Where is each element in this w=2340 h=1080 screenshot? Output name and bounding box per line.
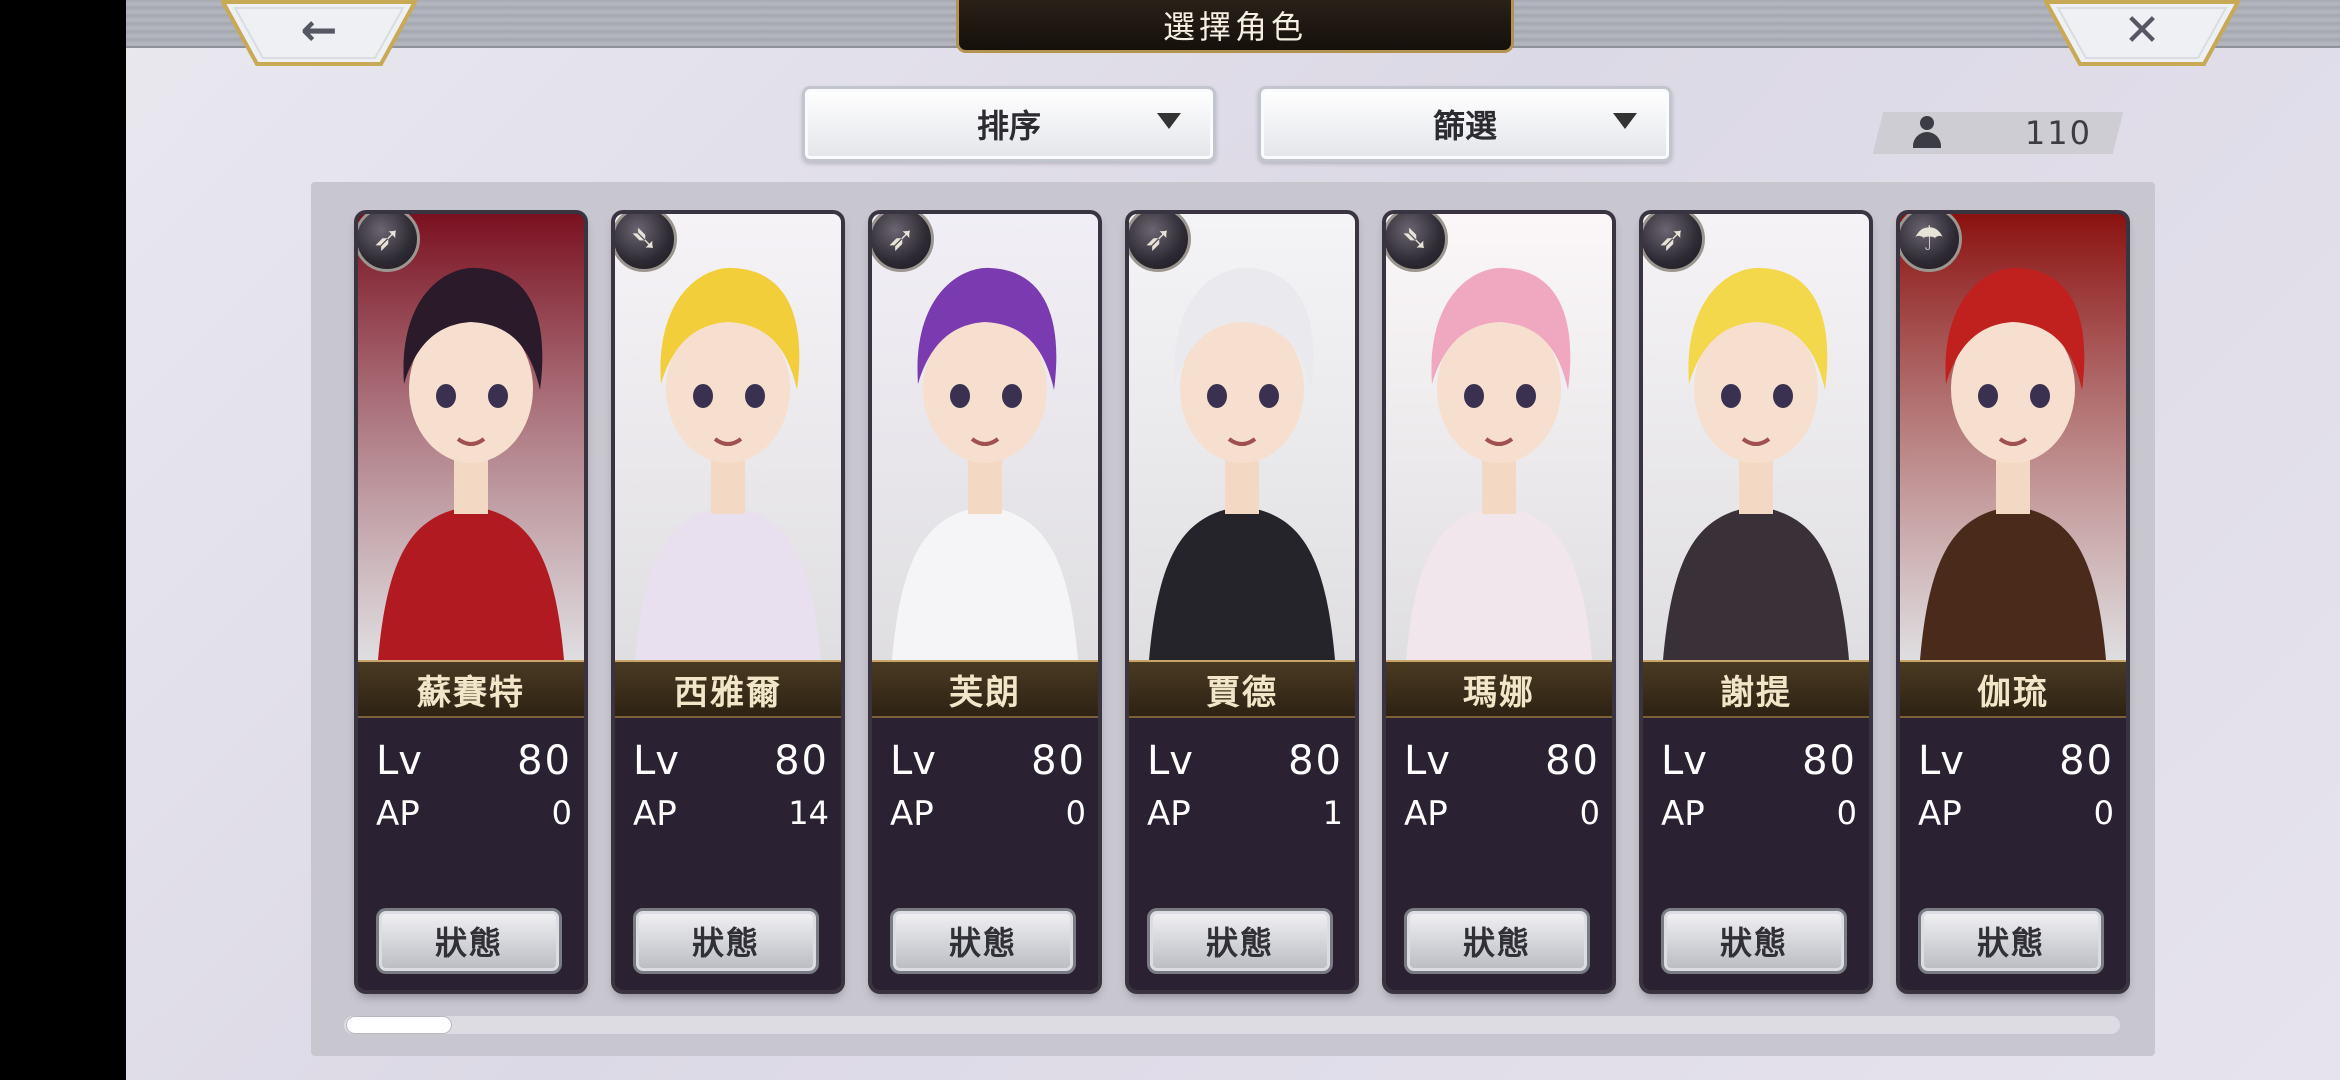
status-button[interactable]: 狀態 <box>1147 908 1333 974</box>
level-row: Lv 80 <box>1147 738 1343 784</box>
character-portrait[interactable] <box>1900 214 2126 660</box>
level-value: 80 <box>1545 738 1600 784</box>
level-value: 80 <box>517 738 572 784</box>
page-title: 選擇角色 <box>956 0 1514 53</box>
ap-value: 0 <box>1065 794 1086 832</box>
ap-row: AP 0 <box>890 794 1086 834</box>
character-card[interactable]: ➴ 瑪娜 Lv 80 AP 0 狀態 <box>1386 214 1612 990</box>
character-portrait[interactable] <box>1643 214 1869 660</box>
level-row: Lv 80 <box>376 738 572 784</box>
back-button[interactable]: ← <box>221 0 417 66</box>
sort-label: 排序 <box>976 107 1041 145</box>
character-stats: Lv 80 AP 14 狀態 <box>615 716 841 990</box>
horizontal-scrollbar[interactable] <box>344 1016 2120 1034</box>
character-name: 西雅爾 <box>615 660 841 718</box>
person-icon <box>1912 116 1942 150</box>
level-row: Lv 80 <box>1918 738 2114 784</box>
ap-label: AP <box>633 794 677 834</box>
character-name: 芙朗 <box>872 660 1098 718</box>
ap-label: AP <box>1661 794 1705 834</box>
character-card[interactable]: ➴ 西雅爾 Lv 80 AP 14 狀態 <box>615 214 841 990</box>
character-portrait[interactable] <box>872 214 1098 660</box>
character-name: 伽琉 <box>1900 660 2126 718</box>
level-row: Lv 80 <box>1404 738 1600 784</box>
character-stats: Lv 80 AP 0 狀態 <box>1900 716 2126 990</box>
character-portrait[interactable] <box>358 214 584 660</box>
ap-row: AP 0 <box>1404 794 1600 834</box>
ap-row: AP 14 <box>633 794 829 834</box>
status-button[interactable]: 狀態 <box>376 908 562 974</box>
scrollbar-thumb[interactable] <box>346 1016 452 1034</box>
level-label: Lv <box>633 738 679 784</box>
chevron-down-icon <box>1613 113 1637 129</box>
character-name: 瑪娜 <box>1386 660 1612 718</box>
ap-label: AP <box>890 794 934 834</box>
ap-row: AP 0 <box>1918 794 2114 834</box>
status-button[interactable]: 狀態 <box>890 908 1076 974</box>
status-button[interactable]: 狀態 <box>1918 908 2104 974</box>
character-name: 謝提 <box>1643 660 1869 718</box>
level-label: Lv <box>1918 738 1964 784</box>
level-value: 80 <box>2059 738 2114 784</box>
level-value: 80 <box>1031 738 1086 784</box>
chevron-down-icon <box>1157 113 1181 129</box>
ap-value: 0 <box>1579 794 1600 832</box>
character-stats: Lv 80 AP 1 狀態 <box>1129 716 1355 990</box>
character-card[interactable]: ➶ 謝提 Lv 80 AP 0 狀態 <box>1643 214 1869 990</box>
close-button[interactable]: ✕ <box>2044 0 2240 66</box>
status-button[interactable]: 狀態 <box>1404 908 1590 974</box>
ap-row: AP 0 <box>376 794 572 834</box>
character-count: 110 <box>2024 114 2092 152</box>
character-count-badge: 110 <box>1872 112 2124 154</box>
game-screen: ← 選擇角色 ✕ 排序 篩選 110 ➶ 蘇賽特 Lv 80 AP 0 狀態 ➴ 西雅爾 Lv 80… <box>126 0 2340 1080</box>
ap-label: AP <box>376 794 420 834</box>
level-value: 80 <box>774 738 829 784</box>
character-card[interactable]: ➶ 賈德 Lv 80 AP 1 狀態 <box>1129 214 1355 990</box>
character-card[interactable]: ➶ 蘇賽特 Lv 80 AP 0 狀態 <box>358 214 584 990</box>
filter-dropdown[interactable]: 篩選 <box>1258 86 1672 162</box>
ap-row: AP 0 <box>1661 794 1857 834</box>
level-value: 80 <box>1802 738 1857 784</box>
character-stats: Lv 80 AP 0 狀態 <box>872 716 1098 990</box>
character-stats: Lv 80 AP 0 狀態 <box>358 716 584 990</box>
ap-value: 14 <box>788 794 829 832</box>
filter-label: 篩選 <box>1432 107 1497 145</box>
ap-value: 0 <box>1836 794 1857 832</box>
ap-label: AP <box>1147 794 1191 834</box>
level-row: Lv 80 <box>633 738 829 784</box>
level-label: Lv <box>376 738 422 784</box>
character-portrait[interactable] <box>1386 214 1612 660</box>
level-row: Lv 80 <box>1661 738 1857 784</box>
level-label: Lv <box>1661 738 1707 784</box>
character-name: 蘇賽特 <box>358 660 584 718</box>
character-portrait[interactable] <box>615 214 841 660</box>
level-value: 80 <box>1288 738 1343 784</box>
ap-row: AP 1 <box>1147 794 1343 834</box>
ap-label: AP <box>1404 794 1448 834</box>
sort-dropdown[interactable]: 排序 <box>802 86 1216 162</box>
character-name: 賈德 <box>1129 660 1355 718</box>
ap-value: 0 <box>2093 794 2114 832</box>
character-stats: Lv 80 AP 0 狀態 <box>1386 716 1612 990</box>
level-label: Lv <box>1404 738 1450 784</box>
ap-label: AP <box>1918 794 1962 834</box>
character-portrait[interactable] <box>1129 214 1355 660</box>
character-stats: Lv 80 AP 0 狀態 <box>1643 716 1869 990</box>
status-button[interactable]: 狀態 <box>633 908 819 974</box>
character-card[interactable]: ➶ 芙朗 Lv 80 AP 0 狀態 <box>872 214 1098 990</box>
level-label: Lv <box>1147 738 1193 784</box>
character-card[interactable]: ☂ 伽琉 Lv 80 AP 0 狀態 <box>1900 214 2126 990</box>
close-icon: ✕ <box>2123 4 2161 56</box>
status-button[interactable]: 狀態 <box>1661 908 1847 974</box>
level-label: Lv <box>890 738 936 784</box>
level-row: Lv 80 <box>890 738 1086 784</box>
ap-value: 0 <box>551 794 572 832</box>
ap-value: 1 <box>1322 794 1343 832</box>
back-arrow-icon: ← <box>300 4 338 56</box>
